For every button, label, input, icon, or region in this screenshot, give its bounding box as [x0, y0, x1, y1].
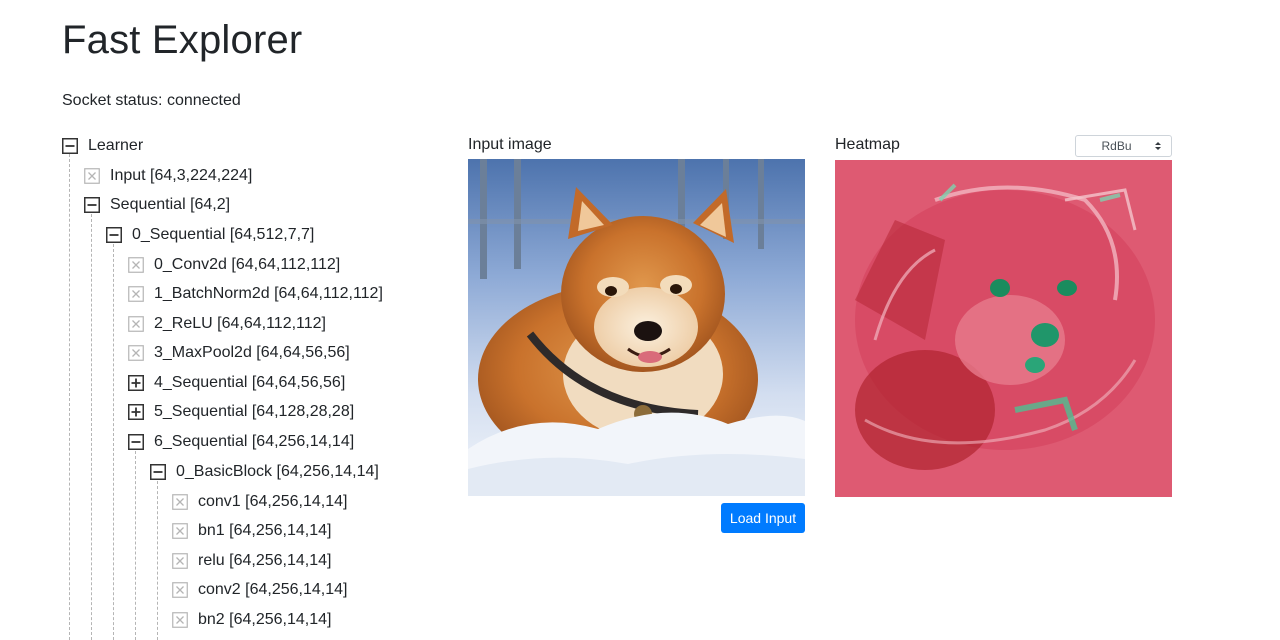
x-box-icon — [128, 286, 144, 302]
x-box-icon — [172, 523, 188, 539]
socket-status: Socket status: connected — [62, 92, 241, 109]
tree-node[interactable]: 0_Sequential [64,512,7,7] — [106, 223, 314, 247]
tree-node[interactable]: relu [64,256,14,14] — [172, 549, 331, 573]
tree-node-label: 5_Sequential [64,128,28,28] — [154, 403, 355, 420]
tree-guide-line — [113, 244, 114, 640]
minus-box-icon[interactable] — [84, 197, 100, 213]
layer-tree: Learner Input [64,3,224,224] Sequential [6… — [62, 134, 442, 640]
tree-node[interactable]: Sequential [64,2] — [84, 193, 230, 217]
input-image[interactable] — [468, 159, 805, 496]
minus-box-icon[interactable] — [106, 227, 122, 243]
x-box-icon — [172, 553, 188, 569]
tree-node-label: Input [64,3,224,224] — [110, 167, 253, 184]
colormap-select[interactable]: RdBu — [1075, 135, 1172, 157]
tree-node[interactable]: 4_Sequential [64,64,56,56] — [128, 371, 345, 395]
tree-node-label: 1_BatchNorm2d [64,64,112,112] — [154, 285, 383, 302]
tree-node-label: 4_Sequential [64,64,56,56] — [154, 374, 346, 391]
page-title: Fast Explorer — [62, 18, 303, 62]
input-image-label: Input image — [468, 136, 552, 153]
tree-node[interactable]: conv1 [64,256,14,14] — [172, 490, 347, 514]
x-box-icon — [172, 612, 188, 628]
tree-node-label: conv1 [64,256,14,14] — [198, 493, 348, 510]
tree-node-label: 2_ReLU [64,64,112,112] — [154, 315, 326, 332]
tree-node[interactable]: Input [64,3,224,224] — [84, 164, 252, 188]
chevron-updown-icon — [1154, 140, 1162, 155]
tree-node-label: bn1 [64,256,14,14] — [198, 522, 332, 539]
x-box-icon — [172, 582, 188, 598]
tree-node[interactable]: 3_MaxPool2d [64,64,56,56] — [128, 341, 350, 365]
tree-node-label: Sequential [64,2] — [110, 196, 231, 213]
colormap-value: RdBu — [1101, 139, 1132, 153]
tree-node-label: conv2 [64,256,14,14] — [198, 581, 348, 598]
tree-node[interactable]: bn2 [64,256,14,14] — [172, 608, 331, 632]
tree-node[interactable]: 6_Sequential [64,256,14,14] — [128, 430, 354, 454]
tree-node-label: 0_Sequential [64,512,7,7] — [132, 226, 315, 243]
heatmap-image — [835, 160, 1172, 497]
tree-node[interactable]: 1_BatchNorm2d [64,64,112,112] — [128, 282, 383, 306]
minus-box-icon[interactable] — [128, 434, 144, 450]
tree-node[interactable]: conv2 [64,256,14,14] — [172, 578, 347, 602]
x-box-icon — [128, 257, 144, 273]
tree-node[interactable]: 5_Sequential [64,128,28,28] — [128, 400, 354, 424]
minus-box-icon[interactable] — [150, 464, 166, 480]
plus-box-icon[interactable] — [128, 404, 144, 420]
tree-node-label: Learner — [88, 137, 144, 154]
tree-guide-line — [157, 481, 158, 640]
heatmap-label: Heatmap — [835, 136, 900, 153]
tree-node[interactable]: Learner — [62, 134, 143, 158]
tree-node-label: bn2 [64,256,14,14] — [198, 611, 332, 628]
x-box-icon — [84, 168, 100, 184]
tree-node-label: 0_BasicBlock [64,256,14,14] — [176, 463, 379, 480]
tree-node[interactable]: 0_BasicBlock [64,256,14,14] — [150, 460, 379, 484]
tree-node[interactable]: 2_ReLU [64,64,112,112] — [128, 312, 326, 336]
tree-guide-line — [91, 214, 92, 640]
load-input-button[interactable]: Load Input — [721, 503, 805, 533]
tree-guide-line — [135, 451, 136, 640]
x-box-icon — [172, 494, 188, 510]
tree-node[interactable]: 0_Conv2d [64,64,112,112] — [128, 253, 340, 277]
tree-node-label: 3_MaxPool2d [64,64,56,56] — [154, 344, 350, 361]
minus-box-icon[interactable] — [62, 138, 78, 154]
x-box-icon — [128, 345, 144, 361]
tree-node-label: 6_Sequential [64,256,14,14] — [154, 433, 355, 450]
tree-guide-line — [69, 154, 70, 640]
tree-node-label: relu [64,256,14,14] — [198, 552, 332, 569]
plus-box-icon[interactable] — [128, 375, 144, 391]
tree-node[interactable]: bn1 [64,256,14,14] — [172, 519, 331, 543]
x-box-icon — [128, 316, 144, 332]
tree-node-label: 0_Conv2d [64,64,112,112] — [154, 256, 341, 273]
